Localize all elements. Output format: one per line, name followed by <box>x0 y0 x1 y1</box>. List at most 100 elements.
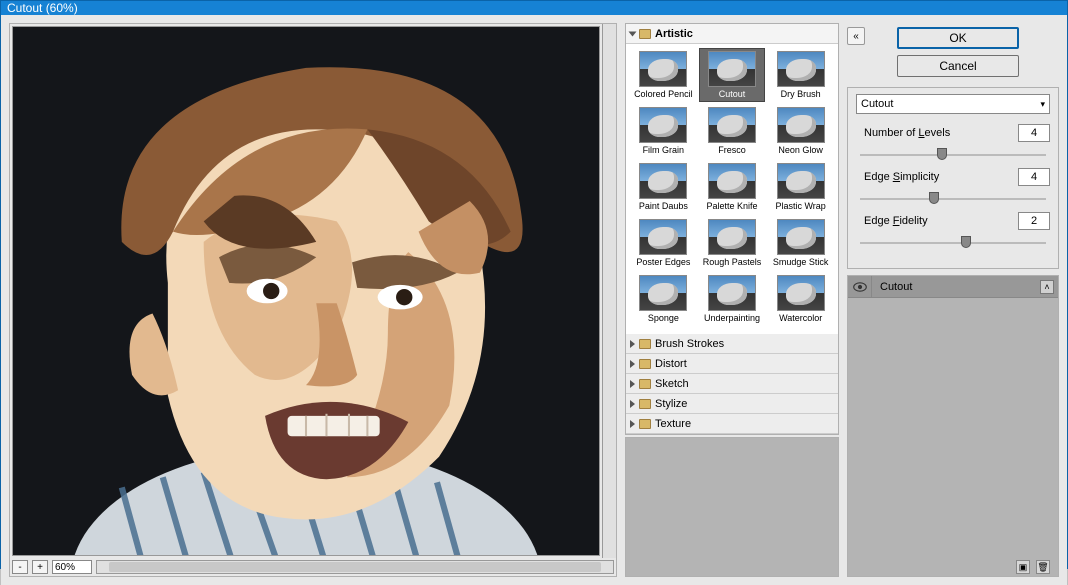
filter-thumb-palette-knife[interactable]: Palette Knife <box>699 160 766 214</box>
folder-icon <box>639 29 651 39</box>
filter-thumb-fresco[interactable]: Fresco <box>699 104 766 158</box>
filter-thumbnail-grid: Colored Pencil Cutout Dry Brush Film Grain F… <box>626 44 838 334</box>
zoom-out-button[interactable]: - <box>12 560 28 574</box>
filter-thumb-sponge[interactable]: Sponge <box>630 272 697 326</box>
param-slider[interactable] <box>860 234 1046 248</box>
thumbnail-image <box>639 51 687 87</box>
thumbnail-label: Rough Pastels <box>703 257 762 267</box>
filter-thumb-cutout[interactable]: Cutout <box>699 48 766 102</box>
param-row-edge-simplicity: Edge Simplicity4 <box>856 168 1050 186</box>
param-label: Number of Levels <box>856 127 950 139</box>
thumbnail-label: Underpainting <box>704 313 760 323</box>
gallery-empty-area <box>625 437 839 577</box>
visibility-toggle[interactable] <box>848 276 872 297</box>
thumbnail-label: Dry Brush <box>781 89 821 99</box>
window-title: Cutout (60%) <box>7 1 78 15</box>
thumbnail-image <box>639 219 687 255</box>
filter-thumb-plastic-wrap[interactable]: Plastic Wrap <box>767 160 834 214</box>
zoom-field[interactable]: 60% <box>52 560 92 574</box>
slider-thumb[interactable] <box>937 148 947 160</box>
thumbnail-image <box>708 275 756 311</box>
filter-gallery-pane: Artistic Colored Pencil Cutout Dry Brush Fi… <box>625 23 839 577</box>
thumbnail-image <box>708 219 756 255</box>
param-input[interactable]: 4 <box>1018 168 1050 186</box>
layer-footer: ▣ 🗑 <box>1016 560 1050 574</box>
folder-icon <box>639 339 651 349</box>
preview-vertical-scrollbar[interactable] <box>602 24 616 558</box>
folder-icon <box>639 359 651 369</box>
thumbnail-image <box>708 107 756 143</box>
param-input[interactable]: 4 <box>1018 124 1050 142</box>
filter-thumb-rough-pastels[interactable]: Rough Pastels <box>699 216 766 270</box>
category-artistic[interactable]: Artistic <box>626 24 838 44</box>
param-row-edge-fidelity: Edge Fidelity 2 <box>856 212 1050 230</box>
thumbnail-label: Plastic Wrap <box>775 201 825 211</box>
thumbnail-label: Sponge <box>648 313 679 323</box>
delete-effect-layer-button[interactable]: 🗑 <box>1036 560 1050 574</box>
thumbnail-image <box>639 163 687 199</box>
thumbnail-image <box>708 51 756 87</box>
ok-button[interactable]: OK <box>897 27 1019 49</box>
category-texture[interactable]: Texture <box>626 414 838 434</box>
filter-thumb-paint-daubs[interactable]: Paint Daubs <box>630 160 697 214</box>
filter-thumb-film-grain[interactable]: Film Grain <box>630 104 697 158</box>
layer-collapse-button[interactable]: ˄ <box>1040 280 1054 294</box>
thumbnail-label: Neon Glow <box>778 145 823 155</box>
param-label: Edge Fidelity <box>856 215 928 227</box>
disclosure-triangle-icon <box>630 420 635 428</box>
new-effect-layer-button[interactable]: ▣ <box>1016 560 1030 574</box>
param-slider[interactable] <box>860 146 1046 160</box>
param-slider[interactable] <box>860 190 1046 204</box>
filter-parameters: Cutout Number of Levels4Edge Simplicity4… <box>847 87 1059 269</box>
preview-bottom-bar: - + 60% <box>10 558 616 576</box>
filter-thumb-underpainting[interactable]: Underpainting <box>699 272 766 326</box>
filter-select[interactable]: Cutout <box>856 94 1050 114</box>
preview-horizontal-scrollbar[interactable] <box>96 560 614 574</box>
thumbnail-label: Palette Knife <box>706 201 757 211</box>
thumbnail-label: Watercolor <box>779 313 822 323</box>
filter-thumb-watercolor[interactable]: Watercolor <box>767 272 834 326</box>
cancel-button[interactable]: Cancel <box>897 55 1019 77</box>
param-row-number-of-levels: Number of Levels 4 <box>856 124 1050 142</box>
preview-image[interactable] <box>12 26 600 556</box>
collapse-gallery-button[interactable]: « <box>847 27 865 45</box>
category-sketch[interactable]: Sketch <box>626 374 838 394</box>
thumbnail-label: Fresco <box>718 145 746 155</box>
slider-thumb[interactable] <box>929 192 939 204</box>
thumbnail-label: Smudge Stick <box>773 257 829 267</box>
filter-thumb-colored-pencil[interactable]: Colored Pencil <box>630 48 697 102</box>
filter-gallery: Artistic Colored Pencil Cutout Dry Brush Fi… <box>625 23 839 435</box>
eye-icon <box>853 282 867 292</box>
zoom-in-button[interactable]: + <box>32 560 48 574</box>
preview-pane: - + 60% <box>9 23 617 577</box>
filter-thumb-neon-glow[interactable]: Neon Glow <box>767 104 834 158</box>
folder-icon <box>639 399 651 409</box>
category-stylize[interactable]: Stylize <box>626 394 838 414</box>
category-list: Brush StrokesDistortSketchStylizeTexture <box>626 334 838 434</box>
filter-gallery-window: Cutout (60%) <box>0 0 1068 569</box>
category-brush-strokes[interactable]: Brush Strokes <box>626 334 838 354</box>
effect-layer-label: Cutout <box>872 281 912 293</box>
filter-thumb-smudge-stick[interactable]: Smudge Stick <box>767 216 834 270</box>
thumbnail-label: Film Grain <box>643 145 685 155</box>
thumbnail-label: Colored Pencil <box>634 89 693 99</box>
filter-thumb-poster-edges[interactable]: Poster Edges <box>630 216 697 270</box>
filter-thumb-dry-brush[interactable]: Dry Brush <box>767 48 834 102</box>
category-distort[interactable]: Distort <box>626 354 838 374</box>
thumbnail-image <box>777 107 825 143</box>
slider-thumb[interactable] <box>961 236 971 248</box>
thumbnail-image <box>777 163 825 199</box>
window-body: - + 60% Artistic Colored Pencil Cutout Dry… <box>1 15 1067 585</box>
param-input[interactable]: 2 <box>1018 212 1050 230</box>
folder-icon <box>639 379 651 389</box>
button-row: « OK Cancel <box>847 23 1059 81</box>
thumbnail-image <box>777 219 825 255</box>
thumbnail-image <box>708 163 756 199</box>
thumbnail-image <box>639 275 687 311</box>
disclosure-triangle-icon <box>630 400 635 408</box>
disclosure-triangle-icon <box>629 31 637 36</box>
thumbnail-image <box>639 107 687 143</box>
effect-layer-row[interactable]: Cutout <box>848 276 1058 298</box>
disclosure-triangle-icon <box>630 380 635 388</box>
disclosure-triangle-icon <box>630 360 635 368</box>
